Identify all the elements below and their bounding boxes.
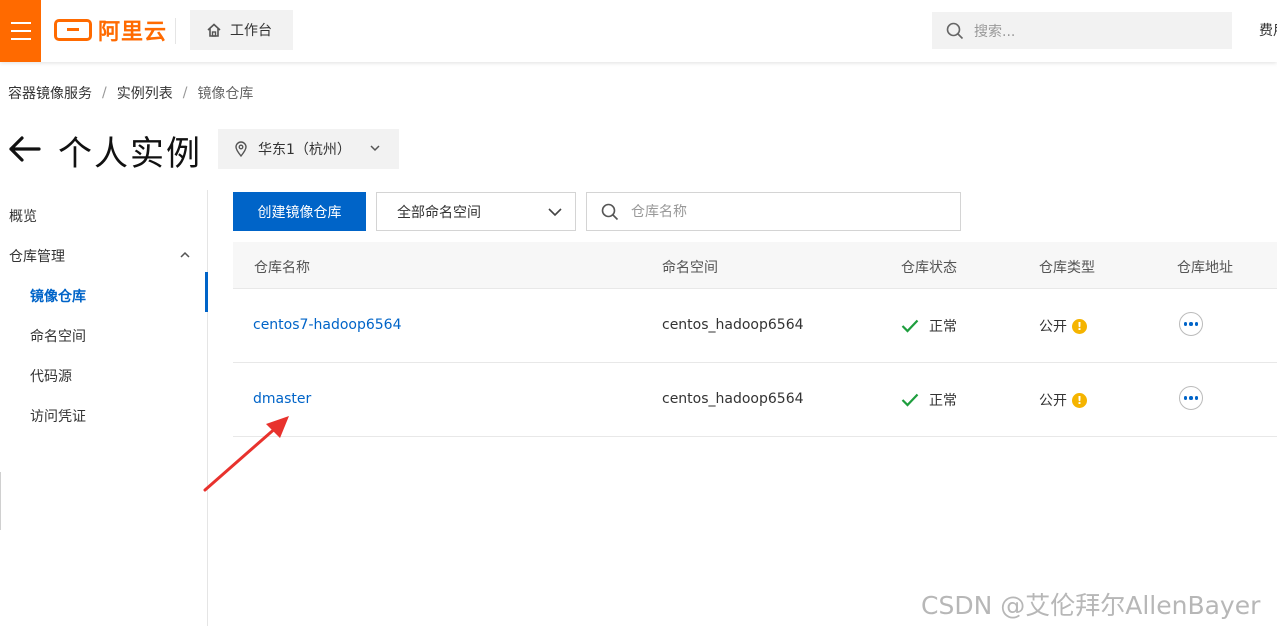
namespace-select-value: 全部命名空间 bbox=[397, 204, 481, 221]
aliyun-logo-icon bbox=[54, 19, 92, 41]
column-header-repo-status: 仓库状态 bbox=[901, 260, 957, 276]
workbench-label: 工作台 bbox=[230, 23, 272, 39]
more-dot bbox=[1183, 322, 1188, 326]
workbench-button[interactable]: 工作台 bbox=[190, 10, 293, 50]
search-icon bbox=[601, 203, 619, 220]
check-icon bbox=[901, 319, 919, 333]
warning-icon[interactable]: ! bbox=[1072, 318, 1087, 334]
sidebar-item-image-repo[interactable]: 镜像仓库 bbox=[30, 286, 86, 306]
repo-search-input[interactable] bbox=[631, 203, 931, 220]
scroll-edge-marker bbox=[0, 472, 1, 530]
repo-type-text: 公开 bbox=[1039, 393, 1067, 409]
repo-status-text: 正常 bbox=[929, 393, 957, 409]
more-actions-button[interactable] bbox=[1179, 386, 1203, 410]
region-label: 华东1（杭州） bbox=[258, 142, 351, 158]
more-dot bbox=[1194, 322, 1199, 326]
global-search-input[interactable]: 搜索... bbox=[932, 12, 1232, 49]
table-row: centos7-hadoop6564 centos_hadoop6564 正常 … bbox=[233, 289, 1277, 363]
home-icon bbox=[207, 23, 221, 37]
top-navigation-bar: 阿里云 工作台 搜索... 费用 bbox=[0, 0, 1277, 62]
page-title: 个人实例 bbox=[58, 134, 202, 174]
more-dot bbox=[1194, 396, 1199, 400]
column-header-namespace: 命名空间 bbox=[662, 260, 718, 276]
repo-namespace: centos_hadoop6564 bbox=[662, 317, 804, 333]
aliyun-logo[interactable]: 阿里云 bbox=[54, 16, 168, 45]
create-image-repo-button[interactable]: 创建镜像仓库 bbox=[233, 192, 366, 231]
sidebar-item-access-credential[interactable]: 访问凭证 bbox=[30, 406, 86, 426]
warning-icon[interactable]: ! bbox=[1072, 392, 1087, 408]
more-dot bbox=[1189, 322, 1193, 326]
breadcrumb-current: 镜像仓库 bbox=[197, 86, 254, 102]
repo-search-box[interactable] bbox=[586, 192, 961, 231]
location-pin-icon bbox=[235, 141, 247, 157]
fee-menu[interactable]: 费用 bbox=[1259, 20, 1277, 40]
repo-status: 正常 bbox=[901, 390, 957, 410]
repo-type-text: 公开 bbox=[1039, 319, 1067, 335]
chevron-down-icon bbox=[548, 208, 562, 217]
more-dot bbox=[1189, 396, 1193, 400]
breadcrumb-separator: / bbox=[102, 85, 107, 101]
sidebar-active-indicator bbox=[205, 272, 208, 312]
sidebar-item-code-source[interactable]: 代码源 bbox=[30, 366, 72, 386]
hamburger-menu-icon[interactable] bbox=[0, 0, 41, 62]
more-actions-button[interactable] bbox=[1179, 312, 1203, 336]
repo-status-text: 正常 bbox=[929, 319, 957, 335]
logo-text: 阿里云 bbox=[98, 20, 168, 45]
namespace-select[interactable]: 全部命名空间 bbox=[376, 192, 576, 231]
repo-name-link[interactable]: dmaster bbox=[253, 391, 311, 407]
column-header-repo-address: 仓库地址 bbox=[1177, 260, 1233, 276]
chevron-up-icon[interactable] bbox=[179, 249, 191, 261]
sidebar-item-namespace[interactable]: 命名空间 bbox=[30, 326, 86, 346]
watermark-text: CSDN @艾伦拜尔AllenBayer bbox=[921, 591, 1261, 620]
sidebar-item-overview[interactable]: 概览 bbox=[9, 206, 37, 226]
table-row: dmaster centos_hadoop6564 正常 公开 ! bbox=[233, 363, 1277, 437]
repo-status: 正常 bbox=[901, 316, 957, 336]
breadcrumb-item[interactable]: 实例列表 bbox=[117, 83, 173, 103]
breadcrumb-item[interactable]: 容器镜像服务 bbox=[8, 83, 92, 103]
sidebar-group-repo-manage[interactable]: 仓库管理 bbox=[9, 246, 65, 266]
table-header: 仓库名称 命名空间 仓库状态 仓库类型 仓库地址 bbox=[233, 242, 1277, 289]
breadcrumb: 容器镜像服务 / 实例列表 / 镜像仓库 bbox=[8, 83, 253, 103]
check-icon bbox=[901, 393, 919, 407]
global-search-placeholder: 搜索... bbox=[974, 23, 1016, 40]
chevron-down-icon bbox=[370, 145, 380, 152]
annotation-arrow-icon bbox=[203, 416, 289, 492]
more-dot bbox=[1183, 396, 1188, 400]
repo-name-link[interactable]: centos7-hadoop6564 bbox=[253, 317, 401, 333]
region-selector[interactable]: 华东1（杭州） bbox=[218, 129, 399, 169]
breadcrumb-separator: / bbox=[182, 85, 188, 101]
back-arrow-icon[interactable] bbox=[8, 134, 42, 164]
repo-type: 公开 ! bbox=[1039, 316, 1087, 336]
divider bbox=[175, 18, 176, 44]
column-header-repo-name: 仓库名称 bbox=[254, 260, 310, 276]
search-icon bbox=[946, 22, 964, 39]
repo-type: 公开 ! bbox=[1039, 390, 1087, 410]
repo-namespace: centos_hadoop6564 bbox=[662, 391, 804, 407]
column-header-repo-type: 仓库类型 bbox=[1039, 260, 1095, 276]
